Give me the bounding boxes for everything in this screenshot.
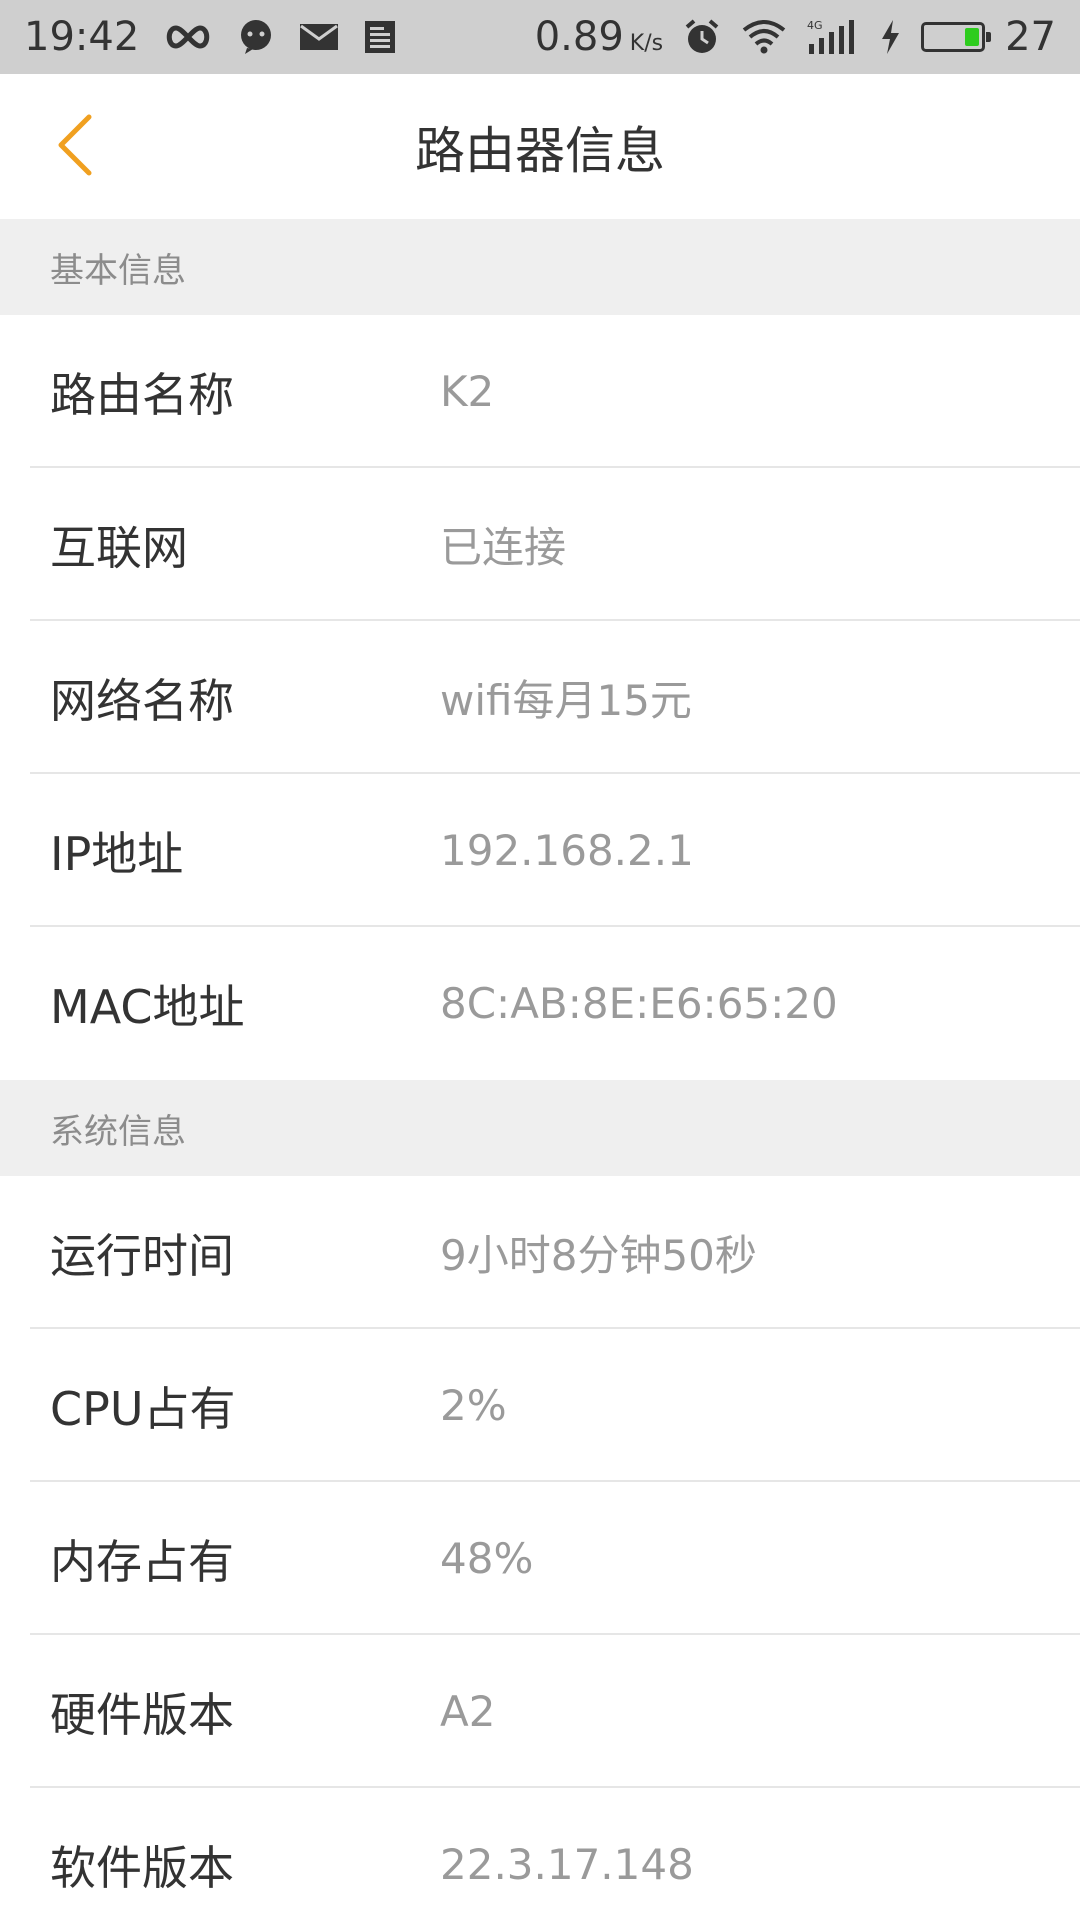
page-title: 路由器信息	[415, 121, 665, 180]
alarm-icon	[683, 18, 721, 56]
row-label: MAC地址	[50, 979, 245, 1034]
news-icon	[363, 19, 399, 55]
row-value: 48%	[440, 1534, 534, 1583]
row-value: A2	[440, 1687, 496, 1736]
router-info-screen: 19:42 0.89 K/s 4G 27 路由器信息 基本信息 路由名称 K2 …	[0, 0, 1080, 1920]
row-value: 192.168.2.1	[440, 826, 694, 875]
charging-icon	[879, 19, 901, 55]
row-label: 运行时间	[50, 1228, 234, 1283]
network-speed-value: 0.89	[534, 14, 624, 60]
info-row-hardware-version: 硬件版本 A2	[0, 1635, 1080, 1788]
row-label: CPU占有	[50, 1381, 236, 1436]
status-bar-right: 0.89 K/s 4G 27	[535, 14, 1056, 60]
status-bar: 19:42 0.89 K/s 4G 27	[0, 0, 1080, 74]
wechat-icon	[237, 18, 275, 56]
infinity-icon	[163, 22, 213, 52]
row-value: K2	[440, 367, 495, 416]
row-value: wifi每月15元	[440, 676, 692, 725]
info-row-ip-address: IP地址 192.168.2.1	[0, 774, 1080, 927]
info-row-network-name: 网络名称 wifi每月15元	[0, 621, 1080, 774]
info-row-uptime: 运行时间 9小时8分钟50秒	[0, 1176, 1080, 1329]
info-row-cpu-usage: CPU占有 2%	[0, 1329, 1080, 1482]
row-value: 2%	[440, 1381, 507, 1430]
row-label: 网络名称	[50, 673, 234, 728]
section-header-basic-info: 基本信息	[0, 219, 1080, 315]
row-label: 互联网	[50, 520, 188, 575]
row-label: 路由名称	[50, 367, 234, 422]
info-row-router-name: 路由名称 K2	[0, 315, 1080, 468]
info-row-mac-address: MAC地址 8C:AB:8E:E6:65:20	[0, 927, 1080, 1080]
svg-text:4G: 4G	[807, 19, 823, 32]
network-speed: 0.89 K/s	[535, 14, 663, 60]
row-value: 已连接	[440, 523, 567, 572]
row-label: 软件版本	[50, 1840, 234, 1895]
row-label: 内存占有	[50, 1534, 234, 1589]
row-label: 硬件版本	[50, 1687, 234, 1742]
app-header: 路由器信息	[0, 74, 1080, 219]
section-header-system-info: 系统信息	[0, 1080, 1080, 1176]
info-row-internet: 互联网 已连接	[0, 468, 1080, 621]
row-label: IP地址	[50, 826, 184, 881]
battery-level-fill	[965, 28, 980, 46]
status-time: 19:42	[24, 14, 140, 60]
info-row-memory-usage: 内存占有 48%	[0, 1482, 1080, 1635]
mail-icon	[299, 22, 339, 52]
battery-icon	[921, 22, 992, 52]
row-value: 9小时8分钟50秒	[440, 1231, 757, 1280]
battery-percent: 27	[1005, 14, 1056, 60]
info-row-software-version: 软件版本 22.3.17.148	[0, 1788, 1080, 1920]
status-bar-left: 19:42	[24, 14, 399, 60]
signal-4g-icon: 4G	[807, 18, 859, 56]
wifi-icon	[741, 18, 787, 56]
row-value: 8C:AB:8E:E6:65:20	[440, 979, 838, 1028]
network-speed-unit: K/s	[629, 31, 664, 56]
row-value: 22.3.17.148	[440, 1840, 694, 1889]
